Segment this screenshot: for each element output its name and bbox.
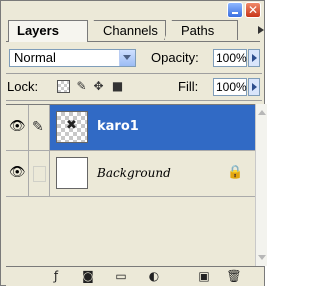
layer-row-karo1[interactable]: 👁 ✎ ✖ karo1 [6, 105, 255, 151]
chevron-down-icon[interactable] [119, 50, 135, 66]
vertical-scrollbar[interactable] [255, 104, 267, 266]
add-mask-icon[interactable]: ◙ [80, 269, 96, 283]
delete-layer-icon[interactable]: 🗑 [226, 269, 242, 283]
layers-list: 👁 ✎ ✖ karo1 👁 Background 🔒 [6, 104, 255, 267]
link-cell[interactable]: ✎ [29, 105, 50, 150]
new-adjustment-icon[interactable]: ◐ [146, 269, 162, 283]
eye-icon[interactable]: 👁 [9, 120, 26, 133]
minimize-button[interactable] [227, 2, 243, 18]
opacity-field[interactable]: 100% [213, 49, 247, 67]
close-button[interactable]: ✕ [245, 2, 261, 18]
panel-menu-arrow-icon[interactable] [258, 26, 264, 34]
blend-mode-select[interactable]: Normal [9, 49, 136, 67]
scroll-up-icon[interactable] [258, 110, 266, 115]
tab-channels[interactable]: Channels [86, 20, 166, 40]
scroll-down-icon[interactable] [258, 255, 266, 260]
link-cell[interactable] [29, 151, 50, 196]
layers-bottom-bar: ƒ ◙ ▭ ◐ ▣ 🗑 [6, 266, 264, 286]
layer-thumbnail [56, 157, 88, 189]
add-style-icon[interactable]: ƒ [48, 269, 64, 283]
brush-icon: ✎ [32, 119, 44, 135]
opacity-slider-arrow-icon[interactable] [248, 49, 260, 67]
lock-label: Lock: [7, 79, 39, 94]
fill-field[interactable]: 100% [213, 78, 247, 96]
lock-image-brush-icon[interactable]: ✎ [75, 80, 88, 93]
fill-slider-arrow-icon[interactable] [248, 78, 260, 96]
eye-icon[interactable]: 👁 [9, 166, 26, 179]
layer-name[interactable]: karo1 [97, 119, 139, 135]
lock-transparent-icon[interactable] [57, 80, 70, 93]
visibility-cell[interactable]: 👁 [6, 105, 29, 150]
fill-label: Fill: [178, 79, 199, 94]
divider [6, 100, 262, 101]
tab-layers[interactable]: Layers [8, 20, 88, 42]
tab-paths[interactable]: Paths [164, 20, 238, 40]
tab-strip: Layers Channels Paths [6, 20, 264, 42]
lock-icon: 🔒 [227, 165, 244, 180]
new-group-icon[interactable]: ▭ [113, 269, 129, 283]
opacity-label: Opacity: [151, 50, 199, 65]
layer-row-background[interactable]: 👁 Background 🔒 [6, 151, 255, 197]
new-layer-icon[interactable]: ▣ [196, 269, 212, 283]
lock-position-move-icon[interactable]: ✥ [92, 80, 105, 93]
layer-thumbnail: ✖ [56, 111, 88, 143]
layer-name[interactable]: Background [97, 165, 171, 181]
layers-panel: ✕ Layers Channels Paths Normal Opacity: … [0, 0, 267, 286]
blend-mode-value: Normal [14, 50, 56, 65]
visibility-cell[interactable]: 👁 [6, 151, 29, 196]
link-box[interactable] [33, 166, 46, 182]
lock-all-icon[interactable]: ■ [111, 80, 124, 93]
divider [6, 73, 262, 74]
layer-content-mark: ✖ [66, 118, 77, 133]
